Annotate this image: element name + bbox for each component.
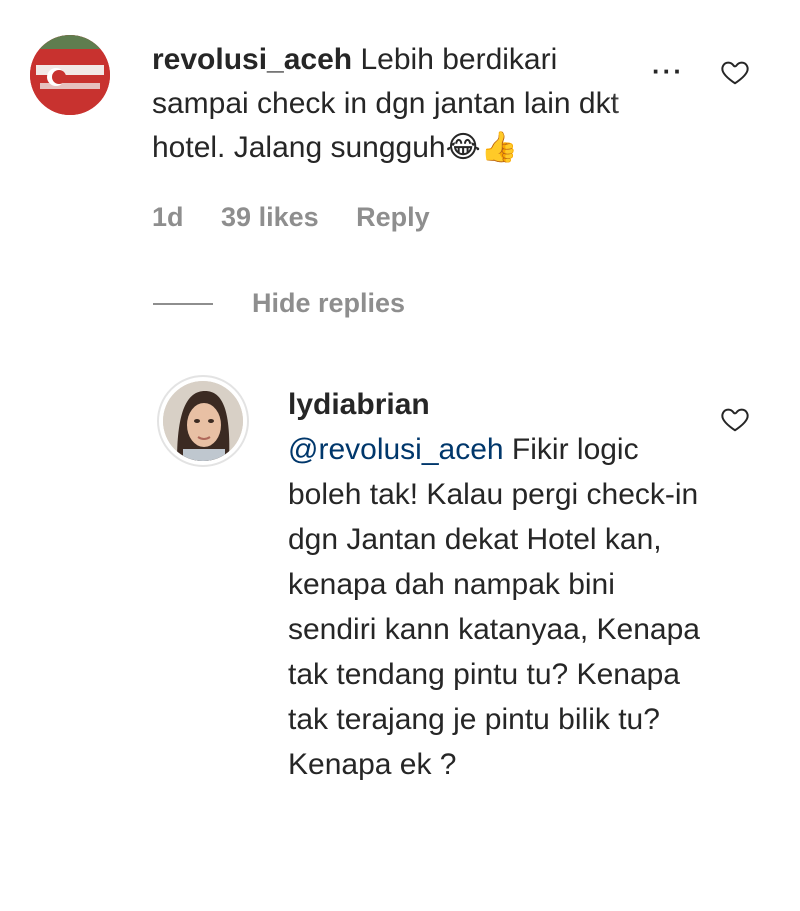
text-fade	[612, 40, 652, 130]
reply-username[interactable]: lydiabrian	[288, 382, 708, 427]
comment-time[interactable]: 1d	[152, 202, 184, 232]
reply-body: lydiabrian @revolusi_aceh Fikir logic bo…	[288, 382, 708, 787]
comment-body: revolusi_aceh Lebih berdikari sampai che…	[152, 38, 652, 170]
comment-heart-icon[interactable]	[720, 57, 750, 92]
comment-emoji: 😂👍	[445, 130, 518, 165]
comment-meta: 1d 39 likes Reply	[152, 202, 460, 233]
comment-username[interactable]: revolusi_aceh	[152, 43, 352, 76]
reply-avatar[interactable]	[157, 375, 249, 467]
avatar-image	[30, 35, 110, 115]
reply-heart-icon[interactable]	[720, 404, 750, 439]
reply-text: Fikir logic boleh tak! Kalau pergi check…	[288, 433, 700, 781]
heart-outline-icon	[721, 408, 749, 432]
heart-outline-icon	[721, 61, 749, 85]
reply-button[interactable]: Reply	[356, 202, 430, 232]
hide-replies-button[interactable]: Hide replies	[252, 288, 405, 319]
avatar[interactable]	[30, 35, 110, 115]
comment-likes[interactable]: 39 likes	[221, 202, 319, 232]
reply-mention[interactable]: @revolusi_aceh	[288, 433, 504, 466]
avatar-image	[163, 381, 243, 461]
replies-divider	[153, 303, 213, 305]
more-options-icon[interactable]: ···	[652, 56, 684, 87]
